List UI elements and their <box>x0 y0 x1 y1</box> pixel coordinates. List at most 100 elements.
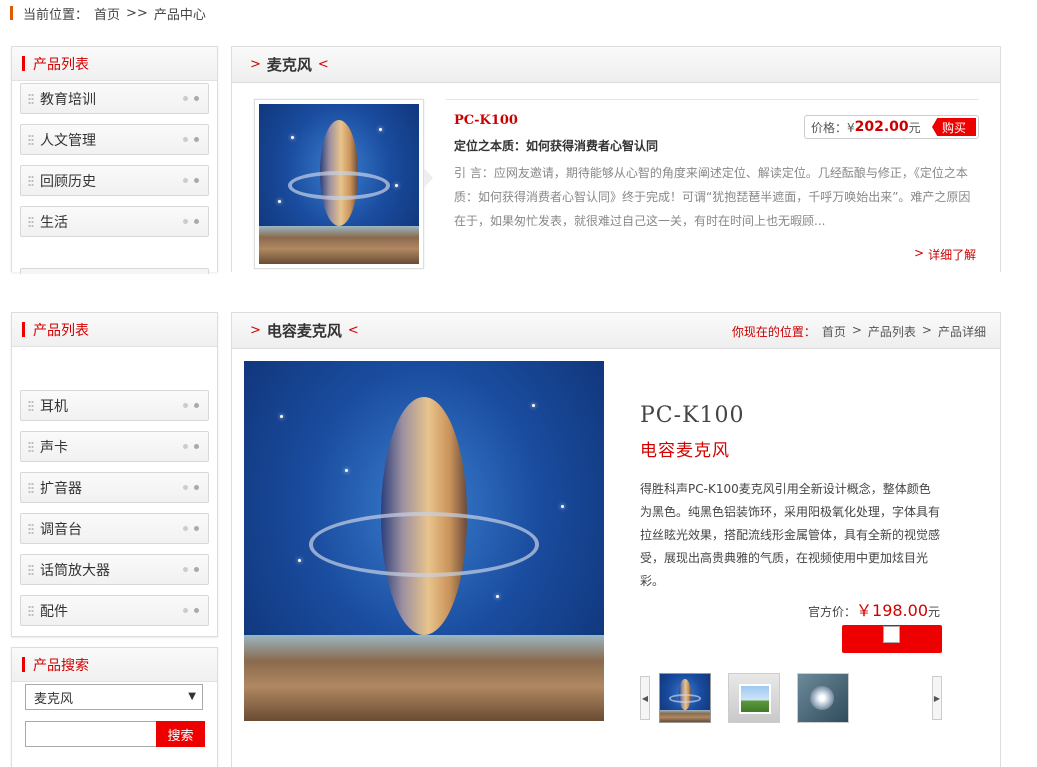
sidebar-title: 产品搜索 <box>33 657 89 674</box>
divider <box>446 99 979 100</box>
sidebar-item-label: 教育培训 <box>40 91 96 108</box>
thumb-next-button[interactable]: ▶ <box>932 676 942 720</box>
chevron-left-icon: < <box>347 323 359 338</box>
panel-title: 麦克风 <box>266 56 312 74</box>
breadcrumb-sep: >> <box>126 5 148 21</box>
price-label: 价格：¥ <box>811 120 855 135</box>
crumb-list-link[interactable]: 产品列表 <box>868 323 916 340</box>
sidebar-item-label: 调音台 <box>40 521 82 538</box>
sidebar-item-sound-card[interactable]: 声卡 <box>20 431 209 462</box>
panel-title: 电容麦克风 <box>266 322 342 340</box>
detail-name: 电容麦克风 <box>640 441 730 461</box>
dots-icon <box>183 403 199 408</box>
sidebar-item-label: 人文管理 <box>40 132 96 149</box>
sidebar-item-mic-amplifier[interactable]: 话筒放大器 <box>20 554 209 585</box>
price-box: 价格：¥ 202.00 元 购买 <box>804 115 979 139</box>
location-label: 你现在的位置： <box>731 325 816 339</box>
sidebar-item-label: 耳机 <box>40 398 68 415</box>
sidebar-item-education[interactable]: 教育培训 <box>20 83 209 114</box>
chevron-right-icon: > <box>914 246 925 260</box>
sidebar-product-list-1: 产品列表 教育培训 人文管理 回顾历史 生活 <box>11 46 218 274</box>
sidebar-item-life[interactable]: 生活 <box>20 206 209 237</box>
sidebar-item-humanities[interactable]: 人文管理 <box>20 124 209 155</box>
grip-icon <box>28 174 34 187</box>
gallery-thumb-1[interactable] <box>659 673 711 723</box>
detail-model: PC-K100 <box>640 403 745 428</box>
dots-icon <box>183 526 199 531</box>
sidebar-item-label: 生活 <box>40 214 68 231</box>
price-value: 202.00 <box>854 119 909 135</box>
location-breadcrumb: 你现在的位置： 首页 > 产品列表 > 产品详细 <box>732 323 986 340</box>
thumb-prev-button[interactable]: ◀ <box>640 676 650 720</box>
product-main-image <box>244 361 604 721</box>
breadcrumb-prefix: 当前位置： <box>23 7 89 23</box>
chevron-right-icon: > <box>250 323 261 338</box>
official-price: 官方价： ￥198.00 元 <box>808 597 940 621</box>
sidebar-item-mixer[interactable]: 调音台 <box>20 513 209 544</box>
sidebar-item-amplifier[interactable]: 扩音器 <box>20 472 209 503</box>
detail-description: 得胜科声PC-K100麦克风引用全新设计概念，整体颜色为黑色。纯黑色铝装饰环，采… <box>640 482 941 588</box>
category-select[interactable]: 麦克风 ▼ <box>25 684 203 710</box>
buy-now-button[interactable] <box>842 625 942 653</box>
grip-icon <box>28 440 34 453</box>
grip-icon <box>28 133 34 146</box>
sidebar-header: 产品列表 <box>12 313 217 347</box>
window-image <box>739 684 771 714</box>
dots-icon <box>183 219 199 224</box>
product-thumbnail[interactable] <box>254 99 424 269</box>
select-value: 麦克风 <box>34 691 74 707</box>
dots-icon <box>183 96 199 101</box>
dots-icon <box>183 137 199 142</box>
dots-icon <box>183 608 199 613</box>
grip-icon <box>28 399 34 412</box>
product-intro: 引 言：应网友邀请，期待能够从心智的角度来阐述定位、解读定位。几经酝酿与修正，《… <box>454 166 971 228</box>
grip-icon <box>28 522 34 535</box>
breadcrumb-current[interactable]: 产品中心 <box>154 4 206 23</box>
dots-icon <box>183 567 199 572</box>
sidebar-title: 产品列表 <box>33 322 89 339</box>
product-headline[interactable]: 定位之本质：如何获得消费者心智认同 <box>454 137 658 154</box>
grip-icon <box>28 481 34 494</box>
chevron-left-icon: < <box>317 57 329 72</box>
breadcrumb-marker <box>10 6 13 20</box>
sidebar-item-label: 回顾历史 <box>40 173 96 190</box>
sidebar-item-label: 配件 <box>40 603 68 620</box>
grip-icon <box>28 92 34 105</box>
planet-image <box>259 104 419 264</box>
sidebar-item-history[interactable]: 回顾历史 <box>20 165 209 196</box>
chevron-right-icon: > <box>921 323 932 337</box>
sidebar-item-partial <box>20 268 209 274</box>
grip-icon <box>28 604 34 617</box>
caret-down-icon: ▼ <box>188 691 196 702</box>
sidebar-item-label: 声卡 <box>40 439 68 456</box>
official-price-unit: 元 <box>928 605 941 619</box>
panel-header: > 电容麦克风 < 你现在的位置： 首页 > 产品列表 > 产品详细 <box>232 313 1000 349</box>
dots-icon <box>183 444 199 449</box>
sidebar-item-headphones[interactable]: 耳机 <box>20 390 209 421</box>
crumb-home-link[interactable]: 首页 <box>822 323 846 340</box>
product-model[interactable]: PC-K100 <box>454 113 518 128</box>
more-label: 详细了解 <box>928 248 977 262</box>
gallery-thumb-3[interactable] <box>797 673 849 723</box>
sidebar-header: 产品列表 <box>12 47 217 81</box>
thumb-pointer <box>424 168 433 188</box>
more-link[interactable]: > 详细了解 <box>914 246 976 263</box>
breadcrumb-home-link[interactable]: 首页 <box>94 4 120 23</box>
gallery-thumb-2[interactable] <box>728 673 780 723</box>
broken-image-icon <box>883 626 900 643</box>
chevron-right-icon: > <box>851 323 862 337</box>
sidebar-product-list-2: 产品列表 耳机 声卡 扩音器 调音台 话筒放大器 配件 <box>11 312 218 637</box>
official-price-value: ￥198.00 <box>856 601 929 620</box>
crumb-detail-link[interactable]: 产品详细 <box>938 323 986 340</box>
panel-header: > 麦克风 < <box>232 47 1000 83</box>
grip-icon <box>28 215 34 228</box>
sidebar-item-accessories[interactable]: 配件 <box>20 595 209 626</box>
official-price-label: 官方价： <box>808 605 857 619</box>
chevron-right-icon: > <box>250 57 261 72</box>
dots-icon <box>183 178 199 183</box>
search-input[interactable] <box>25 721 157 747</box>
disc-image <box>810 686 834 710</box>
search-button[interactable]: 搜索 <box>156 721 205 747</box>
breadcrumb: 当前位置： 首页 >> 产品中心 <box>10 3 212 23</box>
buy-button[interactable]: 购买 <box>932 118 976 136</box>
